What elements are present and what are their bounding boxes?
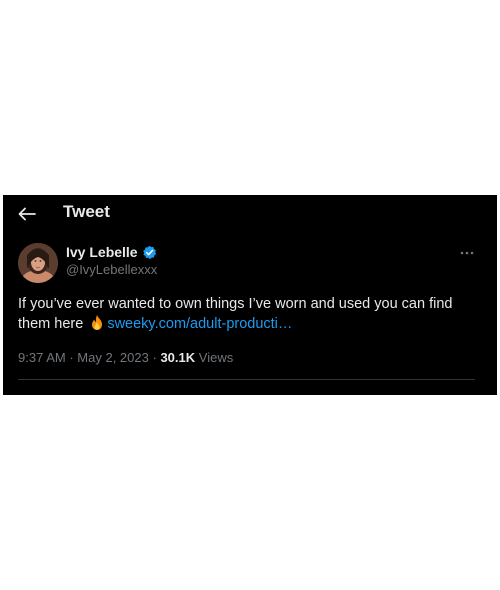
- avatar[interactable]: [18, 243, 58, 283]
- verified-badge-icon: [142, 245, 156, 259]
- divider: [18, 379, 475, 380]
- fire-icon: [92, 315, 103, 330]
- views-count[interactable]: 30.1K: [160, 350, 195, 365]
- profile-photo-icon: [18, 243, 58, 283]
- meta-separator: ·: [69, 350, 74, 365]
- back-button[interactable]: [15, 203, 39, 225]
- ellipsis-icon: [460, 251, 474, 255]
- author-name-text: Ivy Lebelle: [66, 244, 138, 260]
- tweet-date[interactable]: May 2, 2023: [77, 350, 149, 365]
- tweet-panel: Tweet Ivy Lebelle @IvyLebellexxx If you’…: [3, 195, 497, 395]
- tweet-link[interactable]: sweeky.com/adult-producti…: [107, 316, 292, 332]
- tweet-time[interactable]: 9:37 AM: [18, 350, 66, 365]
- tweet-text: If you’ve ever wanted to own things I’ve…: [18, 294, 483, 334]
- tweet-meta: 9:37 AM · May 2, 2023 · 30.1K Views: [18, 350, 233, 365]
- more-options-button[interactable]: [457, 245, 477, 261]
- meta-separator: ·: [152, 350, 157, 365]
- author-handle[interactable]: @IvyLebellexxx: [66, 262, 157, 277]
- author-display-name[interactable]: Ivy Lebelle: [66, 244, 157, 260]
- views-label: Views: [198, 350, 234, 365]
- arrow-left-icon: [18, 207, 36, 221]
- page-title: Tweet: [63, 202, 110, 221]
- header: Tweet: [3, 195, 497, 229]
